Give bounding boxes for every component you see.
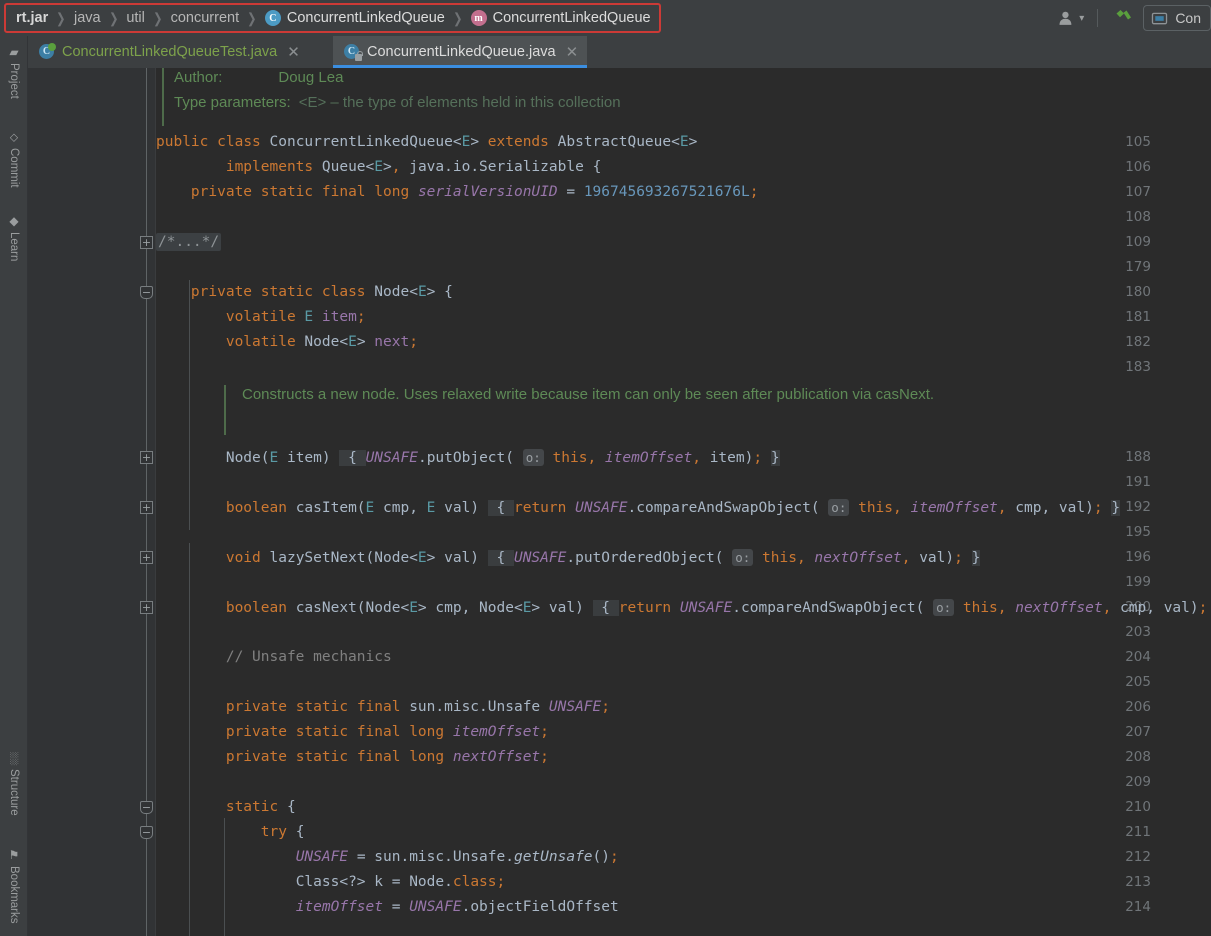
code-line-204: // Unsafe mechanics — [225, 649, 392, 665]
java-class-readonly-icon: C — [344, 44, 363, 61]
project-folder-icon: ▰ — [9, 45, 19, 59]
editor-gutter[interactable] — [28, 68, 156, 936]
code-line-107: private static final long serialVersionU… — [190, 184, 759, 200]
chevron-down-icon: ▾ — [1079, 12, 1085, 24]
tab-close-icon[interactable]: ✕ — [566, 43, 579, 61]
sidebar-item-learn[interactable]: ◆ Learn — [0, 209, 28, 267]
sidebar-item-project-label: Project — [8, 63, 20, 99]
breadcrumb-item-rt-jar[interactable]: rt.jar — [16, 10, 48, 26]
toolbar-right-group: ▾ Con — [1052, 0, 1211, 36]
breadcrumb-item-java[interactable]: java — [74, 10, 101, 26]
fold-marker-expanded[interactable]: − — [140, 286, 153, 299]
parameter-hint-inlay: o: — [828, 499, 850, 516]
code-line-109[interactable]: /*...*/ — [156, 230, 222, 255]
stripe-bottom-group: ░ Structure ⚑ Bookmarks — [0, 746, 28, 930]
javadoc-author-label: Author: — [174, 69, 223, 86]
code-line-106: implements Queue<E>, java.io.Serializabl… — [225, 159, 602, 175]
learn-graduation-icon: ◆ — [9, 214, 19, 229]
javadoc-constructor-doc: Constructs a new node. Uses relaxed writ… — [242, 386, 935, 403]
commit-icon: ⬦ — [9, 129, 19, 144]
code-line-196: void lazySetNext(Node<E> val) { UNSAFE.p… — [225, 549, 981, 566]
sidebar-item-commit-label: Commit — [8, 147, 20, 188]
javadoc-author-value: Doug Lea — [278, 69, 344, 86]
top-toolbar: rt.jar ❯ java ❯ util ❯ concurrent ❯ C Con… — [0, 0, 1211, 36]
breadcrumb-separator-icon: ❯ — [247, 9, 257, 26]
java-test-class-icon: C — [39, 43, 56, 60]
javadoc-typeparams-value: <E> – the type of elements held in this … — [298, 94, 621, 111]
method-icon: m — [470, 10, 487, 26]
javadoc-left-bar — [224, 385, 226, 435]
fold-marker-collapsed[interactable]: + — [140, 551, 153, 564]
code-editor[interactable]: 105 106 107 108 109 179 180 181 182 183 … — [28, 68, 1211, 936]
editor-tab-bar: C ConcurrentLinkedQueueTest.java ✕ C Con… — [28, 36, 1211, 68]
code-line-105: public class ConcurrentLinkedQueue<E> ex… — [156, 134, 698, 150]
breadcrumb-separator-icon: ❯ — [56, 9, 66, 26]
tab-label: ConcurrentLinkedQueue.java — [367, 44, 556, 60]
parameter-hint-inlay: o: — [732, 549, 754, 566]
sidebar-item-bookmarks[interactable]: ⚑ Bookmarks — [0, 843, 28, 930]
tab-label: ConcurrentLinkedQueueTest.java — [62, 44, 278, 60]
fold-marker-collapsed[interactable]: + — [140, 236, 153, 249]
fold-marker-collapsed[interactable]: + — [140, 601, 153, 614]
code-line-200: boolean casNext(Node<E> cmp, Node<E> val… — [225, 599, 1208, 616]
breadcrumb-item-util[interactable]: util — [126, 10, 145, 26]
parameter-hint-inlay: o: — [522, 449, 544, 466]
run-configuration-icon — [1152, 12, 1168, 24]
code-line-213: Class<?> k = Node.class; — [295, 874, 506, 890]
breadcrumb-item-class[interactable]: C ConcurrentLinkedQueue — [264, 10, 445, 26]
sidebar-item-learn-label: Learn — [8, 232, 20, 262]
class-icon: C — [264, 10, 281, 26]
navigation-breadcrumb[interactable]: rt.jar ❯ java ❯ util ❯ concurrent ❯ C Con… — [4, 3, 661, 33]
sidebar-item-structure-label: Structure — [8, 768, 20, 816]
fold-placeholder[interactable]: /*...*/ — [156, 233, 222, 251]
code-line-210: static { — [225, 799, 296, 815]
stripe-top-group: ▰ Project ⬦ Commit ◆ Learn — [0, 40, 28, 268]
tab-concurrentlinkedqueue[interactable]: C ConcurrentLinkedQueue.java ✕ — [333, 36, 588, 68]
ide-window: rt.jar ❯ java ❯ util ❯ concurrent ❯ C Con… — [0, 0, 1211, 936]
code-line-188: Node(E item) { UNSAFE.putObject( o: this… — [225, 449, 780, 466]
sidebar-item-bookmarks-label: Bookmarks — [8, 866, 20, 924]
breadcrumb-separator-icon: ❯ — [108, 9, 119, 26]
build-hammer-icon[interactable] — [1105, 3, 1141, 33]
code-line-181: volatile E item; — [225, 309, 366, 325]
structure-icon: ░ — [9, 750, 19, 765]
fold-marker-expanded[interactable]: − — [140, 801, 153, 814]
sidebar-item-commit[interactable]: ⬦ Commit — [0, 125, 28, 194]
bookmark-icon: ⚑ — [8, 848, 20, 863]
javadoc-left-bar — [162, 68, 164, 126]
code-content[interactable]: Author: Doug Lea Type parameters: <E> – th… — [156, 68, 1211, 936]
code-line-180: private static class Node<E> { — [190, 284, 453, 300]
code-line-207: private static final long itemOffset; — [225, 724, 549, 740]
javadoc-typeparams-line: Type parameters: <E> – the type of elemen… — [174, 90, 621, 115]
code-line-192: boolean casItem(E cmp, E val) { return U… — [225, 499, 1121, 516]
sidebar-item-project[interactable]: ▰ Project — [0, 40, 28, 105]
toolbar-divider — [1097, 9, 1099, 27]
tab-close-icon[interactable]: ✕ — [287, 43, 300, 61]
fold-marker-collapsed[interactable]: + — [140, 451, 153, 464]
javadoc-typeparams-label: Type parameters: — [174, 94, 291, 111]
tool-window-stripe-left: ▰ Project ⬦ Commit ◆ Learn ░ Structure ⚑… — [0, 36, 28, 936]
run-configuration-label: Con — [1175, 10, 1201, 26]
user-account-icon[interactable]: ▾ — [1052, 3, 1090, 33]
run-configuration-selector[interactable]: Con — [1143, 5, 1211, 31]
parameter-hint-inlay: o: — [933, 599, 955, 616]
breadcrumb-method-label: ConcurrentLinkedQueue — [492, 10, 651, 26]
code-line-211: try { — [260, 824, 305, 840]
code-line-214: itemOffset = UNSAFE.objectFieldOffset — [295, 899, 619, 915]
sidebar-item-structure[interactable]: ░ Structure — [0, 746, 28, 822]
breadcrumb-separator-icon: ❯ — [453, 9, 463, 26]
code-line-208: private static final long nextOffset; — [225, 749, 549, 765]
breadcrumb-separator-icon: ❯ — [153, 9, 163, 26]
code-line-182: volatile Node<E> next; — [225, 334, 418, 350]
fold-marker-expanded[interactable]: − — [140, 826, 153, 839]
tab-concurrentlinkedqueuetest[interactable]: C ConcurrentLinkedQueueTest.java ✕ — [28, 36, 309, 68]
breadcrumb-item-method[interactable]: m ConcurrentLinkedQueue — [470, 10, 651, 26]
code-line-206: private static final sun.misc.Unsafe UNS… — [225, 699, 611, 715]
fold-marker-collapsed[interactable]: + — [140, 501, 153, 514]
breadcrumb-class-label: ConcurrentLinkedQueue — [286, 10, 445, 26]
code-line-212: UNSAFE = sun.misc.Unsafe.getUnsafe(); — [295, 849, 619, 865]
breadcrumb-item-concurrent[interactable]: concurrent — [171, 10, 240, 26]
javadoc-author-line: Author: Doug Lea — [174, 68, 343, 90]
